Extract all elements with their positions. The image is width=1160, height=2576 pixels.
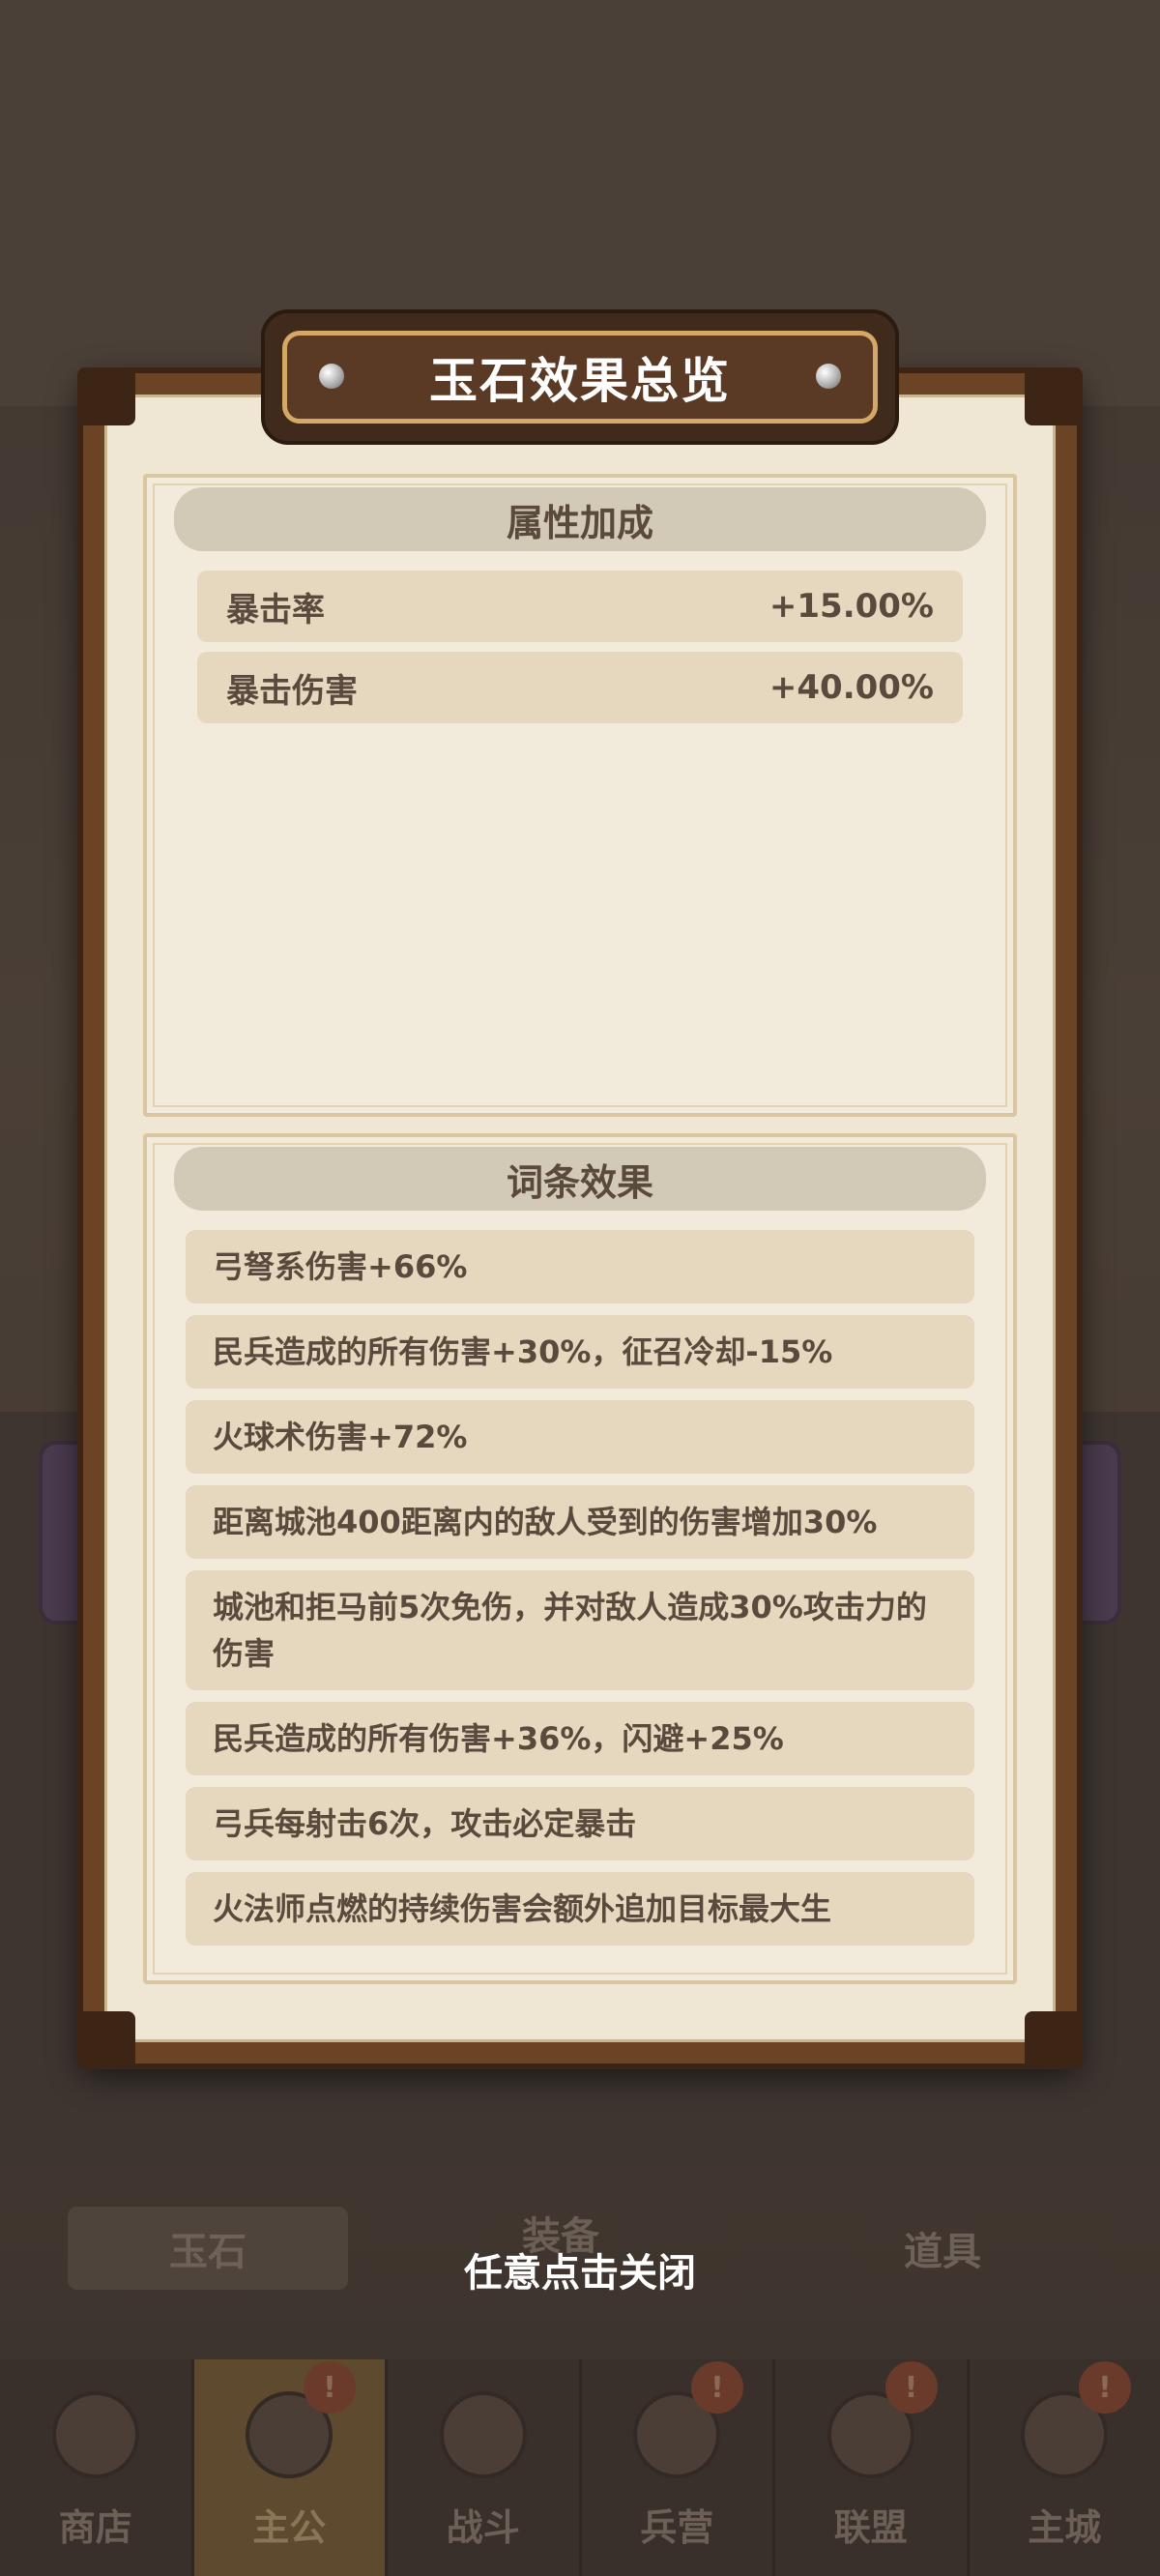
section-title: 属性加成 [506,501,653,544]
tab-label: 兵营 [640,2506,714,2549]
section-header: 词条效果 [174,1147,986,1211]
rivet-icon [319,364,344,389]
notification-badge: ! [884,2361,938,2414]
tab-label: 商店 [58,2506,132,2549]
attribute-bonus-section: 属性加成 暴击率 +15.00% 暴击伤害 +40.00% [143,474,1017,1117]
tab-shop[interactable]: 商店 [0,2359,194,2576]
tab-label: 主公 [252,2506,327,2549]
frame-corner [1025,2011,1083,2069]
modal-title: 玉石效果总览 [429,353,731,409]
effect-entry: 火球术伤害+72% [186,1400,974,1474]
effect-entry: 距离城池400距离内的敌人受到的伤害增加30% [186,1485,974,1559]
effect-entry: 民兵造成的所有伤害+36%，闪避+25% [186,1702,974,1775]
frame-corner [1025,367,1083,425]
tap-to-close-hint[interactable]: 任意点击关闭 [0,2241,1160,2298]
frame-corner [77,367,135,425]
stat-name: 暴击率 [226,590,325,629]
notification-badge: ! [691,2361,743,2414]
modal-title-frame: 玉石效果总览 [282,331,878,424]
section-header: 属性加成 [174,487,986,551]
tab-lord[interactable]: ! 主公 [193,2359,388,2576]
effect-entry: 火法师点燃的持续伤害会额外追加目标最大生 [186,1872,974,1946]
tab-castle[interactable]: ! 主城 [970,2359,1160,2576]
section-title: 词条效果 [506,1160,653,1204]
tab-label: 联盟 [833,2506,908,2549]
rivet-icon [816,364,841,389]
effect-entry: 弓弩系伤害+66% [186,1230,974,1303]
notification-badge: ! [1079,2361,1131,2414]
stat-row: 暴击伤害 +40.00% [197,652,963,723]
stat-value: +40.00% [768,668,934,707]
tab-barracks[interactable]: ! 兵营 [582,2359,775,2576]
effect-entry: 弓兵每射击6次，攻击必定暴击 [186,1787,974,1860]
tab-battle[interactable]: 战斗 [388,2359,582,2576]
frame-corner [77,2011,135,2069]
tab-label: 主城 [1028,2506,1102,2549]
effects-scroll-list[interactable]: 弓弩系伤害+66% 民兵造成的所有伤害+30%，征召冷却-15% 火球术伤害+7… [186,1230,974,1951]
bottom-tab-bar: 商店 ! 主公 战斗 ! 兵营 ! 联盟 ! 主城 [0,2359,1160,2576]
stat-row: 暴击率 +15.00% [197,571,963,642]
modal-title-plate: 玉石效果总览 [261,309,899,445]
effect-entry: 城池和拒马前5次免伤，并对敌人造成30%攻击力的伤害 [186,1570,974,1690]
tab-label: 战斗 [446,2506,520,2549]
notification-badge: ! [304,2361,356,2414]
effect-entries-section[interactable]: 词条效果 弓弩系伤害+66% 民兵造成的所有伤害+30%，征召冷却-15% 火球… [143,1133,1017,1984]
effect-entry: 民兵造成的所有伤害+30%，征召冷却-15% [186,1315,974,1389]
tab-alliance[interactable]: ! 联盟 [775,2359,970,2576]
battle-icon [439,2391,527,2478]
shop-icon [51,2391,139,2478]
stat-name: 暴击伤害 [226,671,358,711]
stat-value: +15.00% [768,587,934,626]
